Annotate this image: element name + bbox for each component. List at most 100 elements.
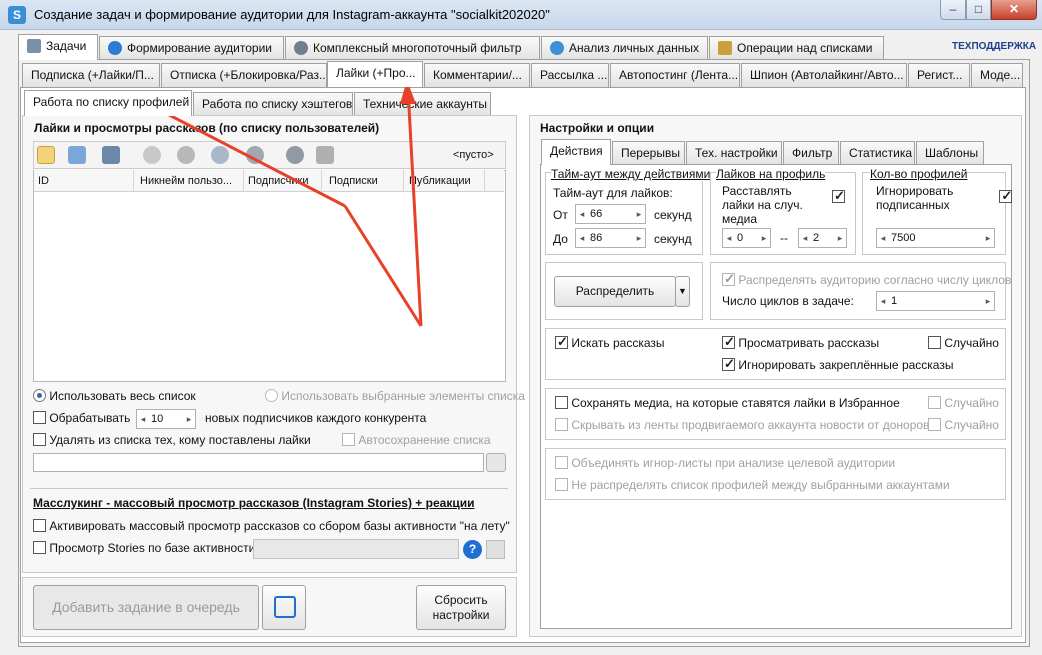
spinner-left-icon[interactable]: ◂ — [137, 410, 149, 428]
activity-base-input[interactable] — [253, 539, 459, 559]
autosave-option[interactable]: Автосохранение списка — [342, 433, 491, 447]
hide-news-checkbox[interactable] — [555, 418, 568, 431]
random-likes-checkbox[interactable] — [832, 188, 845, 204]
rtab-templates[interactable]: Шаблоны — [916, 141, 984, 165]
random-hide-checkbox[interactable] — [928, 418, 941, 431]
remove-icon[interactable] — [177, 146, 195, 164]
search-stories-checkbox[interactable] — [555, 334, 568, 350]
subtab-hashtag-list[interactable]: Работа по списку хэштегов — [193, 92, 353, 116]
help-icon[interactable]: ? — [463, 540, 482, 559]
rtab-stats[interactable]: Статистика — [840, 141, 915, 165]
task-tab-unsubscribe[interactable]: Отписка (+Блокировка/Раз... — [161, 63, 327, 87]
to-spinner[interactable]: ◂ 86 ▸ — [575, 228, 646, 248]
process-option[interactable]: Обрабатывать — [33, 411, 130, 425]
radio-selected[interactable] — [265, 389, 278, 402]
task-tab-spy[interactable]: Шпион (Автолайкинг/Авто... — [741, 63, 907, 87]
refresh-icon[interactable] — [211, 146, 229, 164]
ignore-subscribed-checkbox[interactable] — [999, 188, 1013, 204]
activate-mass-checkbox[interactable] — [33, 519, 46, 532]
distribute-by-cycles-option[interactable]: Распределять аудиторию согласно числу ци… — [722, 271, 1011, 287]
view-stories-checkbox[interactable] — [722, 334, 735, 350]
tab-lists[interactable]: Операции над списками — [709, 36, 884, 60]
subtab-tech-accounts[interactable]: Технические аккаунты — [354, 92, 491, 116]
tab-analysis[interactable]: Анализ личных данных — [541, 36, 708, 60]
from-spinner[interactable]: ◂ 66 ▸ — [575, 204, 646, 224]
random-save-checkbox[interactable] — [928, 396, 941, 409]
random-view-option[interactable]: Случайно — [928, 336, 999, 350]
rtab-actions[interactable]: Действия — [541, 139, 611, 165]
remove-liked-option[interactable]: Удалять из списка тех, кому поставлены л… — [33, 433, 311, 447]
distribute-button[interactable]: Распределить — [554, 276, 676, 307]
path-input[interactable] — [33, 453, 484, 472]
rtab-breaks[interactable]: Перерывы — [612, 141, 685, 165]
tab-tasks[interactable]: Задачи — [18, 34, 98, 60]
no-distribute-checkbox[interactable] — [555, 478, 568, 491]
search-stories-option[interactable]: Искать рассказы — [555, 334, 665, 350]
task-tab-registration[interactable]: Регист... — [908, 63, 970, 87]
col-followers[interactable]: Подписчики — [248, 175, 309, 187]
likes-min-spinner[interactable]: ◂ 0 ▸ — [722, 228, 771, 248]
task-tab-moderation[interactable]: Моде... — [971, 63, 1023, 87]
schedule-button[interactable] — [262, 585, 306, 630]
save-icon[interactable] — [102, 146, 120, 164]
open-file-icon[interactable] — [486, 540, 505, 559]
stories-base-checkbox[interactable] — [33, 541, 46, 554]
distribute-by-cycles-checkbox[interactable] — [722, 271, 735, 287]
ignore-pinned-option[interactable]: Игнорировать закреплённые рассказы — [722, 356, 953, 372]
import-icon[interactable] — [68, 146, 86, 164]
spinner-right-icon[interactable]: ▸ — [183, 410, 195, 428]
to-seconds: секунд — [654, 232, 692, 246]
save-media-checkbox[interactable] — [555, 396, 568, 409]
no-distribute-option[interactable]: Не распределять список профилей между вы… — [555, 478, 950, 492]
random-save-option[interactable]: Случайно — [928, 396, 999, 410]
col-id[interactable]: ID — [38, 175, 49, 187]
minimize-button[interactable]: – — [940, 0, 966, 20]
task-tab-comments[interactable]: Комментарии/... — [424, 63, 530, 87]
tab-filter[interactable]: Комплексный многопоточный фильтр — [285, 36, 540, 60]
check-icon[interactable] — [143, 146, 161, 164]
distribute-dropdown-icon[interactable]: ▼ — [675, 276, 690, 307]
profiles-grid[interactable] — [33, 170, 506, 382]
task-tab-likes[interactable]: Лайки (+Про... — [327, 61, 423, 87]
col-posts[interactable]: Публикации — [409, 175, 471, 187]
activate-mass-option[interactable]: Активировать массовый просмотр рассказов… — [33, 519, 510, 533]
col-following[interactable]: Подписки — [329, 175, 378, 187]
tab-audience[interactable]: Формирование аудитории — [99, 36, 284, 60]
view-stories-option[interactable]: Просматривать рассказы — [722, 334, 879, 350]
stories-base-option[interactable]: Просмотр Stories по базе активности: — [33, 541, 259, 555]
maximize-button[interactable]: □ — [966, 0, 991, 20]
users-toolbar-icon[interactable] — [37, 146, 55, 164]
subtab-profile-list[interactable]: Работа по списку профилей — [24, 90, 192, 116]
profiles-count-spinner[interactable]: ◂ 7500 ▸ — [876, 228, 995, 248]
save-media-option[interactable]: Сохранять медиа, на которые ставятся лай… — [555, 396, 900, 410]
radio-whole[interactable] — [33, 389, 46, 402]
cycles-spinner[interactable]: ◂ 1 ▸ — [876, 291, 995, 311]
random-hide-option[interactable]: Случайно — [928, 418, 999, 432]
task-tab-subscribe[interactable]: Подписка (+Лайки/П... — [22, 63, 160, 87]
merge-ignore-option[interactable]: Объединять игнор-листы при анализе целев… — [555, 456, 895, 470]
use-selected-option[interactable]: Использовать выбранные элементы списка — [265, 389, 525, 403]
tech-support-link[interactable]: ТЕХПОДДЕРЖКА — [952, 41, 1036, 52]
task-tab-mailing[interactable]: Рассылка ... — [531, 63, 609, 87]
shuffle-icon[interactable] — [246, 146, 264, 164]
merge-ignore-checkbox[interactable] — [555, 456, 568, 469]
add-task-button[interactable]: Добавить задание в очередь — [33, 585, 259, 630]
search-icon[interactable] — [316, 146, 334, 164]
task-tab-autoposting[interactable]: Автопостинг (Лента... — [610, 63, 740, 87]
likes-max-spinner[interactable]: ◂ 2 ▸ — [798, 228, 847, 248]
remove-liked-checkbox[interactable] — [33, 433, 46, 446]
use-whole-list-option[interactable]: Использовать весь список — [33, 389, 196, 403]
reset-settings-button[interactable]: Сбросить настройки — [416, 585, 506, 630]
hide-news-option[interactable]: Скрывать из ленты продвигаемого аккаунта… — [555, 418, 929, 432]
process-checkbox[interactable] — [33, 411, 46, 424]
rtab-tech[interactable]: Тех. настройки — [686, 141, 782, 165]
ignore-pinned-checkbox[interactable] — [722, 356, 735, 372]
reload-icon[interactable] — [486, 453, 506, 472]
random-view-checkbox[interactable] — [928, 336, 941, 349]
rtab-filter[interactable]: Фильтр — [783, 141, 839, 165]
close-button[interactable]: ✕ — [991, 0, 1037, 20]
process-spinner[interactable]: ◂ 10 ▸ — [136, 409, 196, 429]
col-nickname[interactable]: Никнейм пользо... — [140, 175, 232, 187]
info-icon[interactable] — [286, 146, 304, 164]
autosave-checkbox[interactable] — [342, 433, 355, 446]
